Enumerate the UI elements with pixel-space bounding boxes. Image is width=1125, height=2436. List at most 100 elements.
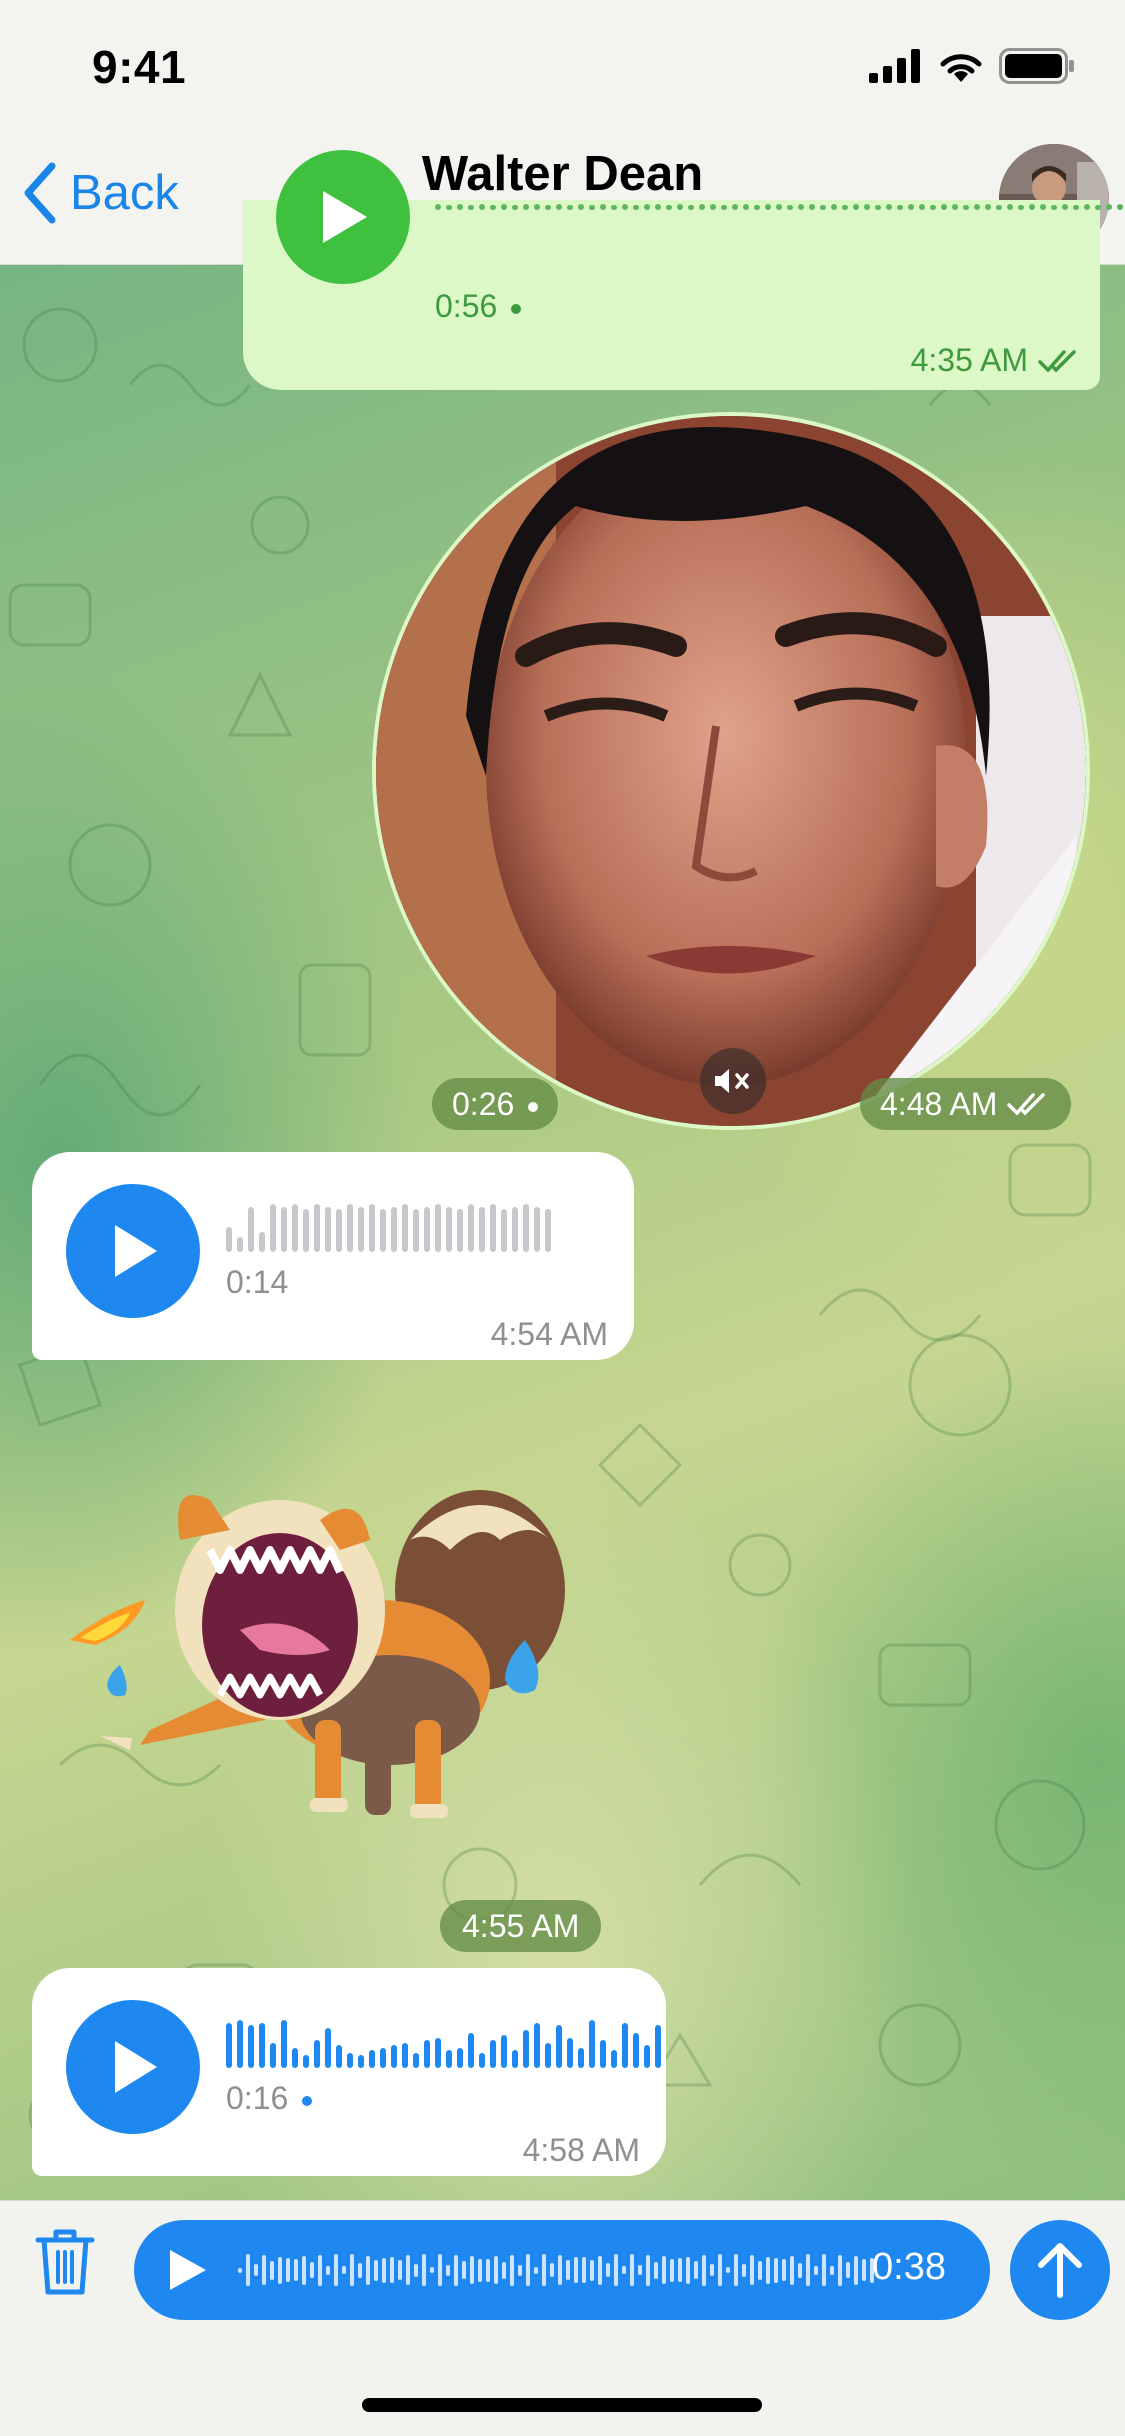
waveform-bar xyxy=(545,1209,551,1252)
waveform-bar xyxy=(574,2257,578,2283)
waveform-bar xyxy=(644,2045,650,2068)
waveform-bar xyxy=(490,2040,496,2068)
waveform-bar xyxy=(666,205,672,210)
preview-duration: 0:38 xyxy=(872,2246,946,2288)
waveform-bar xyxy=(782,2259,786,2281)
waveform-bar xyxy=(336,1209,342,1252)
waveform-bar xyxy=(281,1207,287,1252)
home-indicator xyxy=(362,2398,762,2412)
waveform-bar xyxy=(358,2262,362,2278)
waveform-bar xyxy=(806,2254,810,2286)
waveform-bar xyxy=(402,1204,408,1252)
waveform-bar xyxy=(908,204,914,210)
waveform-bar xyxy=(457,2048,463,2068)
waveform-bar xyxy=(886,204,892,210)
waveform-bar xyxy=(710,204,716,210)
waveform-bar xyxy=(1062,204,1068,210)
preview-play-button[interactable] xyxy=(164,2246,212,2294)
video-message[interactable] xyxy=(372,412,1090,1130)
waveform-bar xyxy=(644,204,650,210)
waveform-bar xyxy=(556,2025,562,2068)
waveform-bar xyxy=(963,205,969,210)
waveform-bar xyxy=(435,204,441,210)
play-icon xyxy=(115,2041,157,2093)
waveform-bar xyxy=(262,2255,266,2285)
preview-waveform[interactable] xyxy=(238,2242,874,2298)
play-button[interactable] xyxy=(66,1184,200,1318)
status-time: 9:41 xyxy=(92,41,187,93)
play-button[interactable] xyxy=(276,150,410,284)
waveform-bar xyxy=(897,205,903,210)
waveform-bar xyxy=(600,2040,606,2068)
waveform-bar xyxy=(758,2260,762,2280)
unplayed-dot xyxy=(302,2095,313,2106)
waveform-bar xyxy=(369,1204,375,1252)
waveform-bar xyxy=(278,2256,282,2284)
waveform-bar xyxy=(694,2261,698,2279)
waveform-bar xyxy=(1007,204,1013,210)
waveform-bar xyxy=(468,205,474,210)
waveform-bar xyxy=(302,2255,306,2285)
waveform-bar xyxy=(512,2050,518,2068)
waveform-bar xyxy=(578,204,584,210)
waveform-bar xyxy=(1117,204,1123,210)
waveform-bar xyxy=(391,2045,397,2068)
waveform-bar xyxy=(457,204,463,210)
waveform-bar xyxy=(875,205,881,210)
waveform-bar xyxy=(646,2254,650,2286)
incoming-voice-message[interactable]: 0:14 4:54 AM xyxy=(32,1152,634,1360)
waveform-bar xyxy=(422,2254,426,2286)
waveform-bar xyxy=(446,2264,450,2276)
send-button[interactable] xyxy=(1010,2220,1110,2320)
waveform-bar xyxy=(501,1209,507,1252)
waveform-bar xyxy=(438,2254,442,2286)
waveform-bar xyxy=(952,204,958,210)
waveform-bar xyxy=(366,2255,370,2285)
incoming-voice-message[interactable]: 0:16 4:58 AM xyxy=(32,1968,666,2176)
waveform-bar xyxy=(424,2040,430,2068)
waveform-bar xyxy=(402,2043,408,2068)
waveform-bar xyxy=(822,2254,826,2286)
waveform-bar xyxy=(494,2256,498,2284)
recorded-voice-preview[interactable]: 0:38 xyxy=(134,2220,990,2320)
unplayed-dot xyxy=(511,303,522,314)
mute-icon[interactable] xyxy=(700,1048,766,1114)
waveform-bar xyxy=(787,205,793,210)
waveform-bar xyxy=(446,2050,452,2068)
waveform-bar xyxy=(414,2263,418,2277)
waveform-bar xyxy=(774,2257,778,2283)
waveform-bar xyxy=(347,2053,353,2068)
waveform-bar xyxy=(750,2255,754,2285)
play-button[interactable] xyxy=(66,2000,200,2134)
waveform-bar xyxy=(398,2260,402,2280)
waveform-bar xyxy=(838,2254,842,2286)
waveform-bar xyxy=(846,2262,850,2278)
waveform-bar xyxy=(413,2053,419,2068)
outgoing-voice-message[interactable]: 0:56 4:35 AM xyxy=(243,150,1123,390)
waveform-bar xyxy=(1051,205,1057,210)
waveform-bar xyxy=(606,2263,610,2277)
waveform-bar xyxy=(334,2254,338,2286)
waveform-bar xyxy=(358,1207,364,1252)
voice-waveform[interactable] xyxy=(226,1202,551,1252)
waveform-bar xyxy=(479,204,485,210)
waveform-bar xyxy=(699,204,705,210)
waveform-bar xyxy=(598,2255,602,2285)
trash-icon xyxy=(35,2229,95,2295)
waveform-bar xyxy=(688,205,694,210)
waveform-bar xyxy=(567,2038,573,2068)
play-icon xyxy=(170,2250,206,2290)
trash-button[interactable] xyxy=(34,2226,96,2298)
waveform-bar xyxy=(633,2033,639,2068)
sticker[interactable] xyxy=(60,1480,580,1860)
waveform-bar xyxy=(589,2020,595,2068)
waveform-bar xyxy=(454,2254,458,2286)
waveform-bar xyxy=(766,2256,770,2284)
waveform-bar xyxy=(248,2025,254,2068)
voice-waveform[interactable] xyxy=(435,194,1125,210)
waveform-bar xyxy=(611,2050,617,2068)
waveform-bar xyxy=(336,2045,342,2068)
voice-waveform[interactable] xyxy=(226,2018,661,2068)
waveform-bar xyxy=(567,205,573,210)
waveform-bar xyxy=(582,2257,586,2283)
